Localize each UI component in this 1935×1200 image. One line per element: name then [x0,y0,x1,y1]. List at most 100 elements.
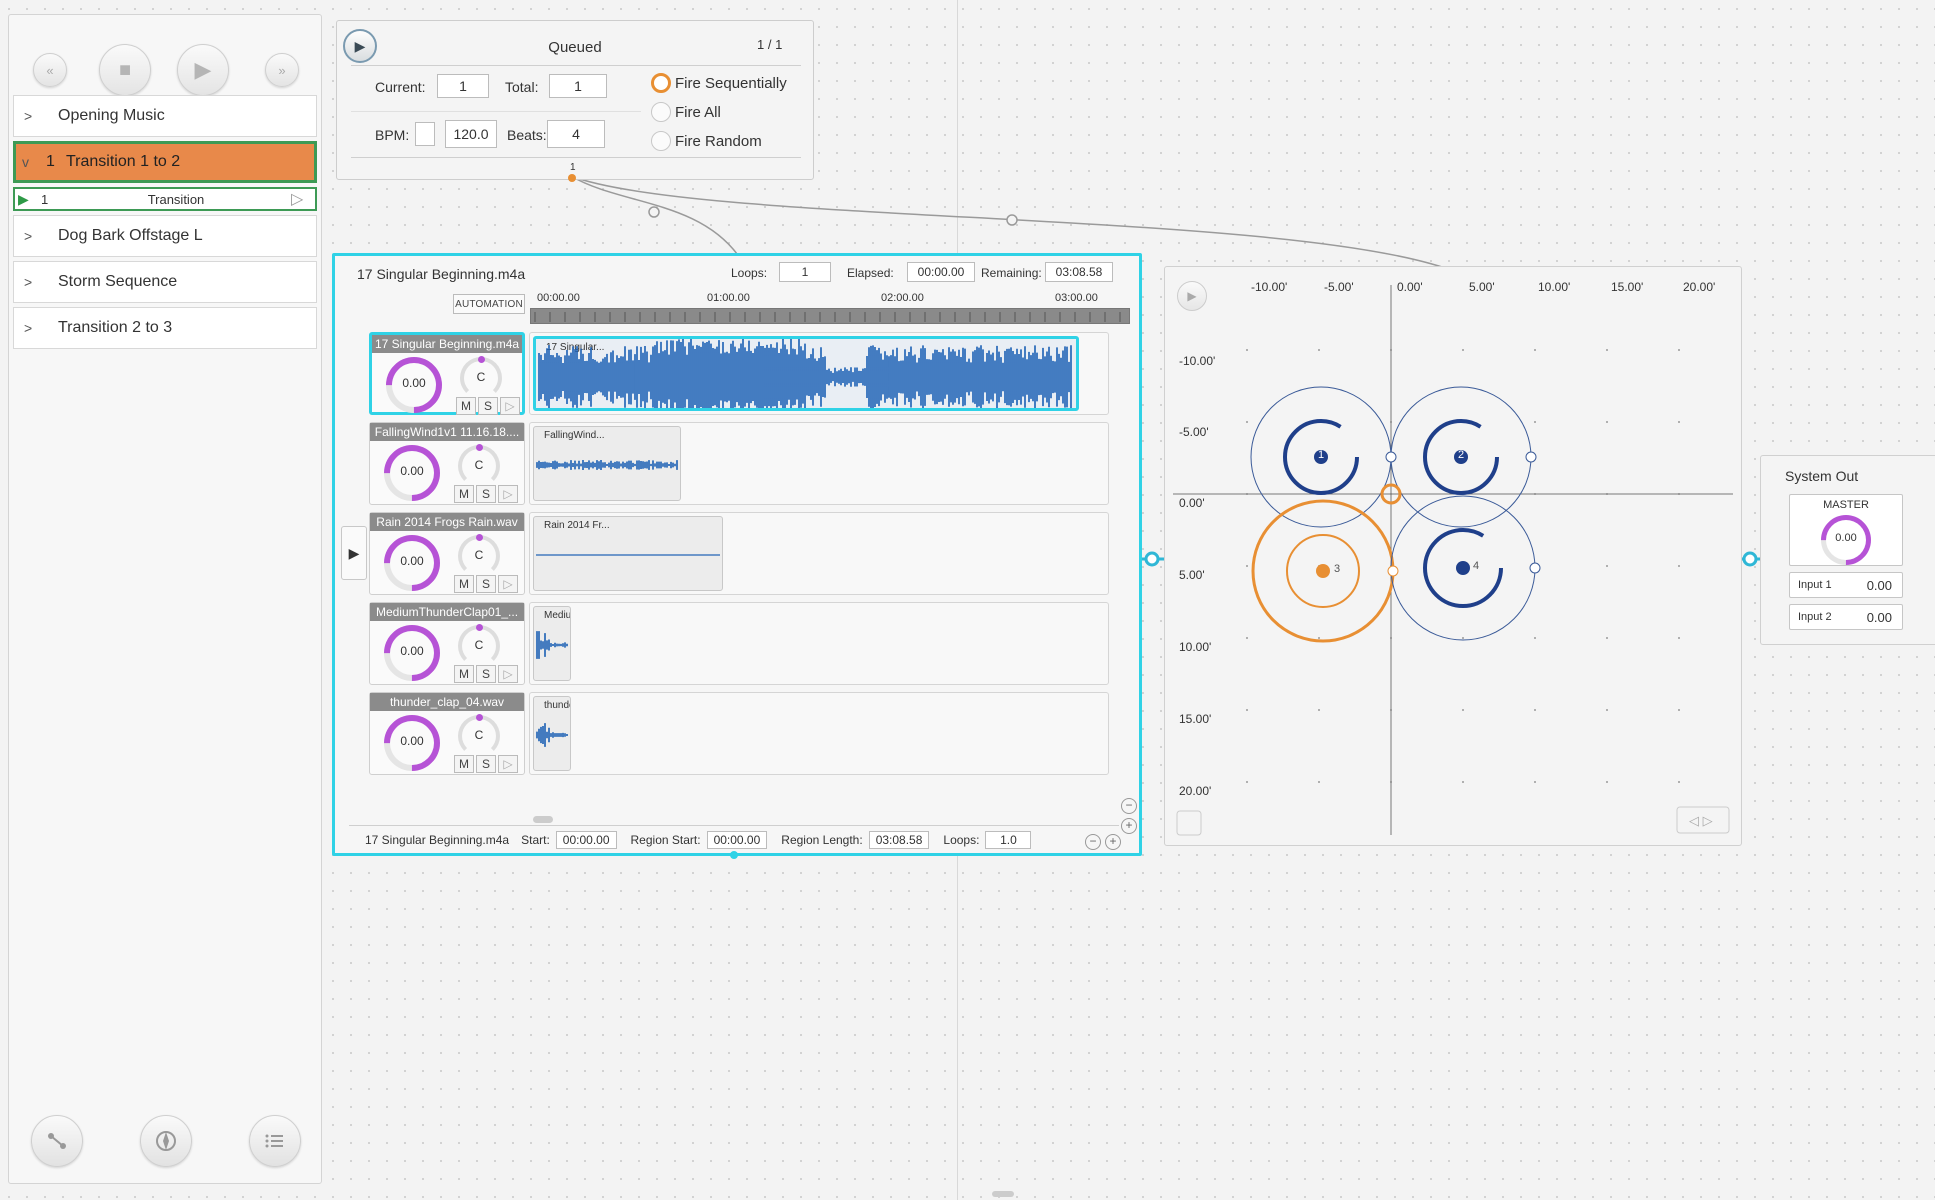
mute-button[interactable]: M [454,755,474,773]
fire-random-radio[interactable] [651,131,671,151]
play-icon: ▶ [348,544,360,561]
input-2-box[interactable]: Input 2 0.00 [1789,604,1903,630]
audio-clip[interactable]: Rain 2014 Fr... [533,516,723,591]
volume-value: 0.00 [402,376,426,390]
track-name: thunder_clap_04.wav [370,693,524,711]
cue-item[interactable]: > Transition 2 to 3 [13,307,317,349]
track-header[interactable]: FallingWind1v1 11.16.18.... 0.00 C M S ▷ [369,422,525,513]
track-lane[interactable]: Rain 2014 Fr... [529,512,1109,595]
solo-button[interactable]: S [476,665,496,683]
track: MediumThunderClap01_... 0.00 C M S ▷ Med… [369,602,1141,693]
track-name: FallingWind1v1 11.16.18.... [370,423,524,441]
spatial-grid[interactable]: ◁ ▷ [1165,267,1743,847]
track-name: Rain 2014 Frogs Rain.wav [370,513,524,531]
cue-item-active[interactable]: v 1 Transition 1 to 2 [13,141,317,183]
cue-item[interactable]: > Dog Bark Offstage L [13,215,317,257]
waveform [538,339,1072,408]
cue-item[interactable]: > Storm Sequence [13,261,317,303]
beats-field[interactable]: 4 [547,120,605,148]
preview-button[interactable]: ▷ [498,755,518,773]
solo-button[interactable]: S [476,575,496,593]
track-lane[interactable]: 17 Singular... [529,332,1109,415]
zoom-out-icon[interactable]: − [1121,798,1137,814]
audio-clip[interactable]: FallingWind... [533,426,681,501]
automation-button[interactable]: AUTOMATION [453,294,525,314]
preview-button[interactable]: ▷ [498,575,518,593]
fire-all-label: Fire All [675,104,721,121]
mute-button[interactable]: M [454,485,474,503]
mute-button[interactable]: M [456,397,476,415]
queue-panel: ▶ Queued 1 / 1 Current: 1 Total: 1 BPM: … [336,20,814,182]
cue-item[interactable]: > Opening Music [13,95,317,137]
speaker-4[interactable] [1390,495,1536,641]
preview-button[interactable]: ▷ [498,485,518,503]
bpm-field[interactable]: 120.0 [445,120,497,148]
chevron-right-icon[interactable]: > [14,228,58,244]
chevron-down-icon[interactable]: v [16,154,36,170]
track-header[interactable]: MediumThunderClap01_... 0.00 C M S ▷ [369,602,525,693]
timeline-label: 01:00.00 [707,292,750,304]
forward-icon: » [278,62,286,78]
current-field[interactable]: 1 [437,74,489,98]
child-cue-label: Transition [147,191,205,207]
child-cue-item[interactable]: ▶ 1 Transition ▷ [13,187,317,211]
output-port[interactable] [568,174,576,182]
play-outline-icon: ▷ [505,399,515,413]
speaker-3[interactable] [1251,499,1395,643]
region-start-field[interactable]: 00:00.00 [706,831,768,849]
volume-value: 0.00 [400,554,424,568]
mute-button[interactable]: M [454,575,474,593]
cue-number: 1 [46,153,55,170]
play-button[interactable]: ▶ [177,44,229,96]
chevron-right-icon[interactable]: > [14,320,58,336]
zoom-out-icon[interactable]: − [1085,834,1101,850]
master-box[interactable]: MASTER 0.00 [1789,494,1903,576]
track-header[interactable]: Rain 2014 Frogs Rain.wav 0.00 C M S ▷ [369,512,525,603]
track-lane[interactable]: thunder_cla... [529,692,1109,775]
editor-play-button[interactable]: ▶ [341,526,367,580]
chevron-right-icon[interactable]: > [14,108,58,124]
fire-sequentially-radio[interactable] [651,73,671,93]
play-outline-icon: ▷ [503,757,513,771]
audio-clip[interactable]: thunder_cla... [533,696,571,771]
spatial-button[interactable] [140,1115,192,1167]
zoom-in-icon[interactable]: + [1121,818,1137,834]
mute-button[interactable]: M [454,665,474,683]
cue-label: Transition 1 to 2 [66,153,181,170]
loops-field[interactable]: 1 [779,262,831,282]
connections-button[interactable] [31,1115,83,1167]
fire-all-radio[interactable] [651,102,671,122]
total-field[interactable]: 1 [549,74,607,98]
zoom-in-icon[interactable]: + [1105,834,1121,850]
input-value: 0.00 [1866,610,1892,625]
forward-button[interactable]: » [265,53,299,87]
horizontal-scrollbar[interactable] [533,816,553,823]
list-button[interactable] [249,1115,301,1167]
region-length-field[interactable]: 03:08.58 [868,831,930,849]
stop-icon: ■ [118,58,132,81]
input-1-box[interactable]: Input 1 0.00 [1789,572,1903,598]
chevron-right-icon[interactable]: > [14,274,58,290]
audio-clip[interactable]: MediumThu... [533,606,571,681]
divider [351,157,801,158]
volume-value: 0.00 [400,464,424,478]
track-header[interactable]: 17 Singular Beginning.m4a 0.00 C M S ▷ [369,332,525,425]
solo-button[interactable]: S [476,485,496,503]
start-field[interactable]: 00:00.00 [555,831,617,849]
solo-button[interactable]: S [478,397,498,415]
play-outline-icon[interactable]: ▷ [291,189,315,209]
footer-loops-field[interactable]: 1.0 [985,831,1032,849]
track-lane[interactable]: MediumThu... [529,602,1109,685]
track-header[interactable]: thunder_clap_04.wav 0.00 C M S ▷ [369,692,525,783]
track-lane[interactable]: FallingWind... [529,422,1109,505]
footer-file: 17 Singular Beginning.m4a [365,833,510,847]
preview-button[interactable]: ▷ [498,665,518,683]
solo-button[interactable]: S [476,755,496,773]
timeline-ruler[interactable] [530,308,1130,324]
audio-clip[interactable]: 17 Singular... [533,336,1079,411]
output-port[interactable] [730,851,738,859]
preview-button[interactable]: ▷ [500,397,520,415]
stop-button[interactable]: ■ [99,44,151,96]
rewind-button[interactable]: « [33,53,67,87]
bpm-checkbox[interactable] [415,122,435,146]
